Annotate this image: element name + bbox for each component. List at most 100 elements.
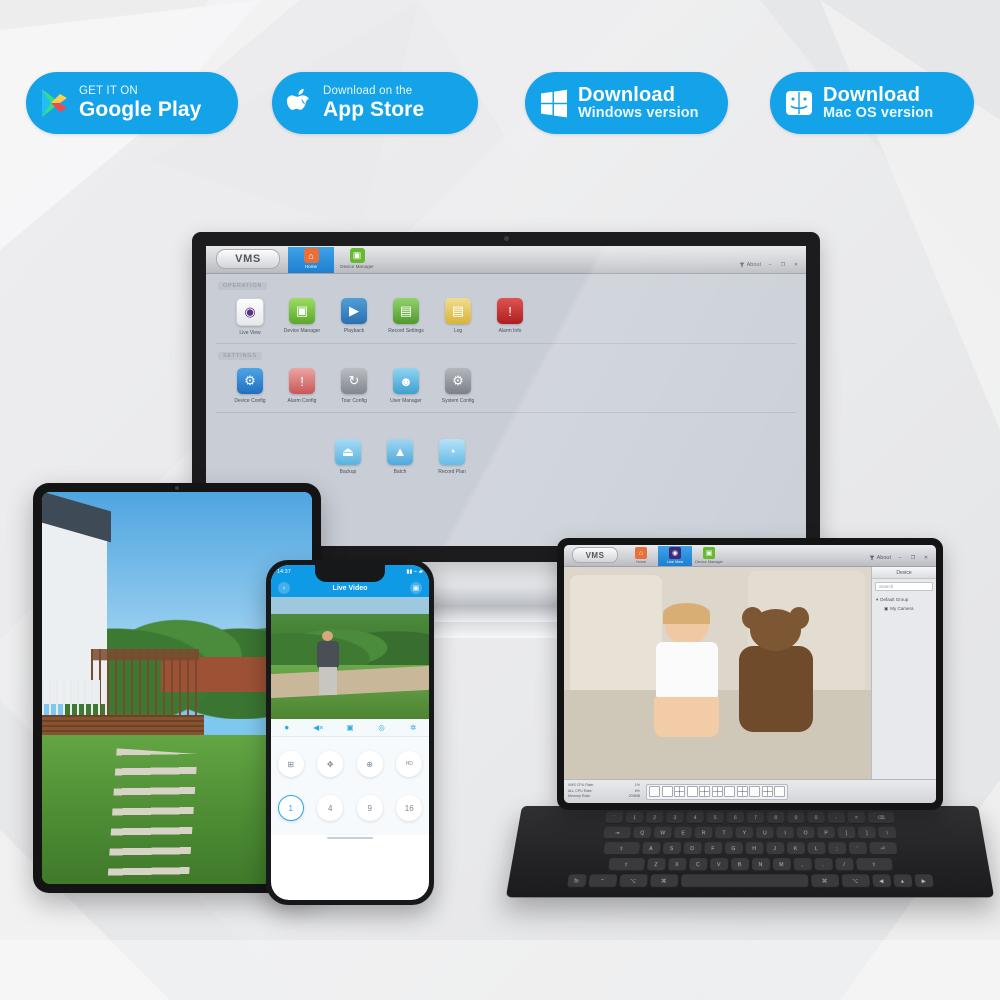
icon-system-config[interactable]: ⚙ System Config [432,368,484,404]
split-screen-icon[interactable]: ⊞ [277,751,304,777]
key[interactable]: O [796,826,815,840]
key[interactable]: ] [857,826,877,840]
key-space[interactable] [680,874,808,888]
key[interactable]: V [709,858,728,872]
key[interactable]: / [834,858,854,872]
key[interactable]: N [751,858,770,872]
maximize-button[interactable]: ❐ [909,554,917,561]
key[interactable]: , [793,858,812,872]
key-shift-left[interactable]: ⇧ [607,858,645,872]
key-tab[interactable]: ⇥ [603,826,632,840]
key-arrow-updown[interactable]: ▲ [892,874,913,888]
key[interactable]: - [827,811,846,824]
icon-playback[interactable]: ▶ Playback [328,298,380,336]
key-option-right[interactable]: ⌥ [841,874,870,888]
close-button[interactable]: ✕ [792,261,800,268]
key[interactable]: P [817,826,836,840]
phone-layout-4[interactable]: 4 [317,795,344,821]
layout-button-36[interactable] [761,786,773,797]
about-button[interactable]: About [869,555,891,561]
tablet-keyboard[interactable]: ` 1 2 3 4 5 6 7 8 9 0- = ⌫ ⇥ Q W E R T Y U I O P[] \ ⇪ A S D F G H J K L… [505,806,995,898]
key[interactable]: 3 [665,811,684,824]
tab-home[interactable]: ⌂ Home [288,247,334,273]
stream-quality-icon[interactable]: HD [396,751,423,777]
key[interactable]: 8 [767,811,785,824]
live-video-pane[interactable] [564,567,871,779]
camera-switch-icon[interactable]: ▣ [409,582,422,594]
layout-button-fullscreen[interactable] [774,786,785,797]
about-button[interactable]: About [739,262,761,268]
settings-gear-icon[interactable]: ✲ [407,722,419,734]
icon-tour-config[interactable]: ↻ Tour Config [328,368,380,404]
key-caps[interactable]: ⇪ [603,842,640,856]
tree-node-camera[interactable]: ▣ My Camera [876,605,932,614]
icon-alarm-config[interactable]: ! Alarm Config [276,368,328,404]
tablet-tab-device-manager[interactable]: ▣ Device Manager [692,546,726,566]
maximize-button[interactable]: ❐ [779,261,787,268]
layout-button-6[interactable] [686,786,698,797]
minimize-button[interactable]: – [896,554,904,561]
key[interactable]: D [683,842,702,856]
key[interactable]: 4 [686,811,704,824]
icon-log[interactable]: ▤ Log [432,298,484,336]
key[interactable]: . [813,858,833,872]
key[interactable]: L [807,842,826,856]
key-command-left[interactable]: ⌘ [649,874,678,888]
badge-app-store[interactable]: Download on the App Store [272,72,478,134]
key[interactable]: 0 [807,811,826,824]
key[interactable]: 7 [746,811,765,824]
key[interactable]: \ [878,826,897,840]
key[interactable]: H [745,842,763,856]
badge-windows-download[interactable]: Download Windows version [525,72,728,134]
tab-device-manager[interactable]: ▣ Device Manager [334,247,380,273]
phone-live-video[interactable] [271,597,429,719]
key-delete[interactable]: ⌫ [867,811,895,824]
key-option[interactable]: ⌥ [618,874,648,888]
layout-button-8[interactable] [699,786,710,797]
key[interactable]: T [715,826,733,840]
close-button[interactable]: ✕ [922,554,930,561]
back-arrow-icon[interactable]: ‹ [278,582,290,594]
key-control[interactable]: ⌃ [587,874,617,888]
icon-batch[interactable]: ▲ Batch [374,438,426,475]
layout-button-16[interactable] [736,786,748,797]
icon-live-view[interactable]: ◉ Live View [224,298,276,336]
speaker-mute-icon[interactable]: ◀× [312,722,324,734]
key[interactable]: M [772,858,791,872]
key[interactable]: U [756,826,774,840]
key[interactable]: = [847,811,866,824]
badge-macos-download[interactable]: Download Mac OS version [770,72,974,134]
key[interactable]: Q [633,826,652,840]
key[interactable]: Z [646,858,666,872]
key[interactable]: ; [827,842,847,856]
phone-layout-9[interactable]: 9 [356,795,383,821]
key[interactable]: ' [848,842,867,856]
key[interactable]: Y [735,826,754,840]
key[interactable]: 5 [706,811,724,824]
key[interactable]: 6 [726,811,744,824]
key[interactable]: B [730,858,749,872]
key[interactable]: R [694,826,713,840]
device-search-input[interactable]: Search [875,582,933,591]
key[interactable]: F [703,842,722,856]
icon-alarm-info[interactable]: ! Alarm Info [484,298,536,336]
phone-layout-1[interactable]: 1 [277,795,304,821]
key[interactable]: C [688,858,707,872]
key-command-right[interactable]: ⌘ [810,874,839,888]
tablet-tab-live-view[interactable]: ◉ Live View [658,546,692,566]
icon-device-manager[interactable]: ▣ Device Manager [276,298,328,336]
key[interactable]: [ [837,826,856,840]
key-arrow-right[interactable]: ▶ [913,874,934,888]
key[interactable]: ` [605,811,624,824]
icon-backup[interactable]: ⏏ Backup [322,438,374,475]
layout-button-9[interactable] [711,786,723,797]
key[interactable]: W [653,826,672,840]
key-arrow-left[interactable]: ◀ [871,874,891,888]
snapshot-camera-icon[interactable]: ◎ [376,722,388,734]
tablet-tab-home[interactable]: ⌂ Home [624,546,658,566]
icon-record-settings[interactable]: ▤ Record Settings [380,298,432,336]
key[interactable]: J [765,842,784,856]
icon-device-config[interactable]: ⚙ Device Config [224,368,276,404]
key[interactable]: 1 [625,811,644,824]
key[interactable]: S [662,842,681,856]
